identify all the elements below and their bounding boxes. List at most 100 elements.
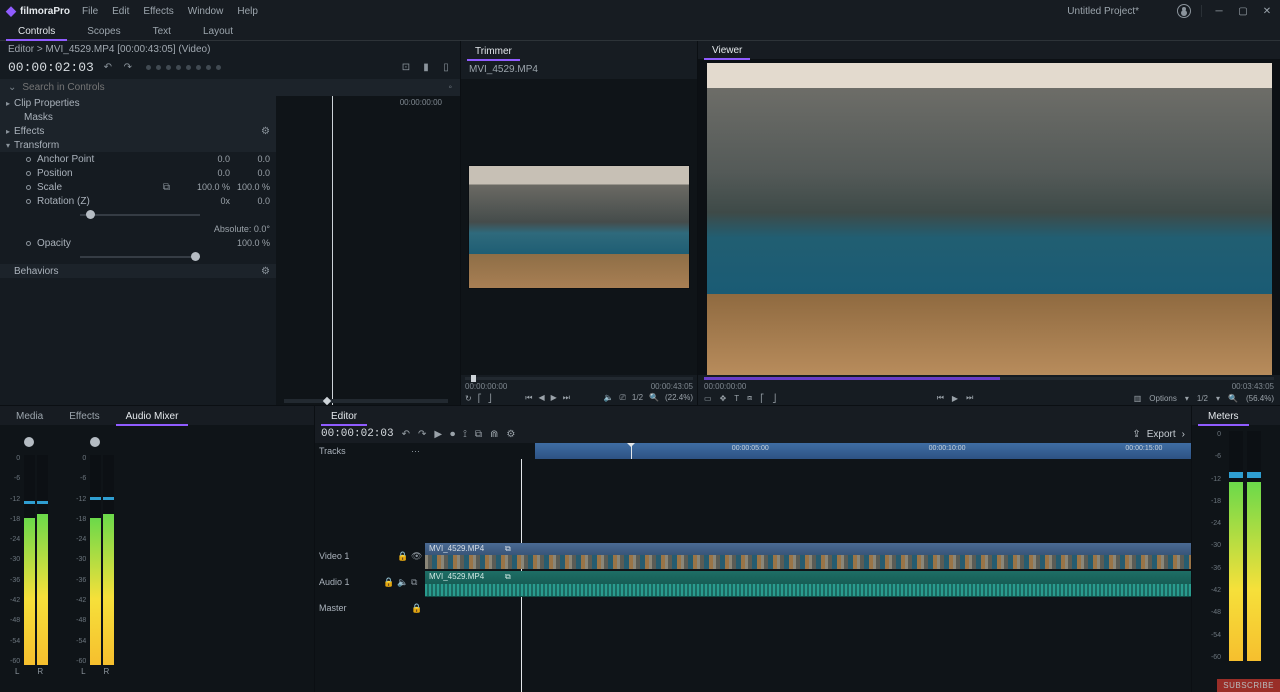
editor-play-icon[interactable]: ▶ [434, 429, 442, 440]
viewer-scrubber[interactable] [704, 377, 1274, 380]
timeline-playhead-marker[interactable] [631, 443, 632, 459]
timeline-ruler[interactable]: 00:00:05:00 00:00:10:00 00:00:15:00 [535, 443, 1191, 459]
prop-anchor-point[interactable]: Anchor Point 0.0 0.0 [0, 152, 276, 166]
menu-window[interactable]: Window [188, 6, 224, 17]
tab-controls[interactable]: Controls [4, 23, 69, 40]
controls-timecode[interactable]: 00:00:02:03 [8, 60, 94, 75]
track-audio-1[interactable]: Audio 1 🔒 🔈 ⧉ [315, 569, 425, 595]
hand-tool-icon[interactable]: ✥ [720, 394, 727, 403]
controls-search-input[interactable] [22, 82, 442, 93]
viewer-next-icon[interactable]: ⏭ [966, 393, 973, 403]
editor-link-icon[interactable]: ⧉ [475, 429, 482, 440]
filter-icon[interactable]: ⌄ [8, 82, 16, 93]
graph-playhead[interactable] [332, 96, 333, 405]
viewer-colorbar-icon[interactable]: ▥ [1134, 394, 1142, 403]
rotation-slider[interactable] [0, 208, 276, 222]
group-masks[interactable]: Masks [0, 110, 276, 124]
controls-graph-area[interactable]: 00:00:00:00 [276, 96, 460, 405]
maximize-button[interactable]: ▢ [1236, 4, 1250, 18]
editor-undo-icon[interactable]: ↶ [402, 429, 410, 440]
link-icon[interactable]: ⧉ [163, 182, 170, 193]
track-video-1[interactable]: Video 1 🔒 👁 [315, 543, 425, 569]
pan-knob[interactable] [90, 437, 100, 447]
lock-icon[interactable]: 🔒 [383, 577, 393, 587]
minimize-button[interactable]: ─ [1212, 4, 1226, 18]
timeline-lanes[interactable]: MVI_4529.MP4⧉ MVI_4529.MP4⧉ [425, 459, 1191, 692]
group-transform[interactable]: ▾Transform [0, 138, 276, 152]
pan-knob[interactable] [24, 437, 34, 447]
clip-video[interactable]: MVI_4529.MP4⧉ [425, 543, 1191, 569]
chevron-down-icon[interactable]: ▾ [1216, 394, 1220, 403]
gear-icon[interactable]: ⚙ [261, 266, 270, 277]
tab-trimmer[interactable]: Trimmer [465, 43, 522, 60]
trimmer-preview[interactable] [468, 165, 690, 289]
step-back-icon[interactable]: ◀ [538, 393, 544, 403]
menu-edit[interactable]: Edit [112, 6, 129, 17]
lane-audio-1[interactable]: MVI_4529.MP4⧉ [425, 571, 1191, 597]
tab-meters[interactable]: Meters [1196, 408, 1251, 425]
keyframe-dot-icon[interactable] [26, 171, 31, 176]
tab-effects-bottom[interactable]: Effects [57, 408, 111, 425]
account-icon[interactable] [1177, 4, 1191, 18]
speaker-icon[interactable]: 🔈 [397, 577, 407, 587]
close-button[interactable]: ✕ [1260, 4, 1274, 18]
viewer-prev-icon[interactable]: ⏮ [937, 393, 944, 403]
select-tool-icon[interactable]: ▭ [704, 394, 712, 403]
tab-media[interactable]: Media [4, 408, 55, 425]
keyframe-dot-icon[interactable] [26, 157, 31, 162]
zoom-icon[interactable]: 🔍 [649, 393, 659, 403]
play-icon[interactable]: ▶ [551, 393, 557, 403]
lock-icon[interactable]: 🔒 [397, 551, 407, 561]
menu-file[interactable]: File [82, 6, 98, 17]
in-point-icon[interactable]: ⎡ [478, 394, 482, 403]
tab-scopes[interactable]: Scopes [73, 23, 134, 40]
lane-video-1[interactable]: MVI_4529.MP4⧉ [425, 543, 1191, 569]
editor-redo-icon[interactable]: ↷ [418, 429, 426, 440]
tab-viewer[interactable]: Viewer [702, 42, 752, 59]
crop-tool-icon[interactable]: ⧈ [747, 393, 752, 403]
export-button[interactable]: ⇪ Export › [1132, 429, 1185, 440]
prop-opacity[interactable]: Opacity 100.0 % [0, 236, 276, 250]
gear-icon[interactable]: ⚙ [261, 126, 270, 137]
keyframe-dot-icon[interactable] [26, 199, 31, 204]
viewer-play-icon[interactable]: ▶ [952, 394, 958, 403]
tracks-menu-icon[interactable]: ⋯ [411, 446, 421, 456]
tab-audio-mixer[interactable]: Audio Mixer [114, 408, 191, 425]
tab-editor[interactable]: Editor [319, 408, 369, 425]
prop-position[interactable]: Position 0.0 0.0 [0, 166, 276, 180]
keyframe-dot-icon[interactable] [26, 185, 31, 190]
panel-layout-icon[interactable]: ▯ [440, 62, 452, 74]
keyframe-dot-icon[interactable] [26, 241, 31, 246]
chevron-down-icon[interactable]: ▾ [1185, 394, 1189, 403]
group-effects[interactable]: ▸Effects ⚙ [0, 124, 276, 138]
editor-magnet-icon[interactable]: ⋒ [490, 429, 498, 440]
viewer-preview[interactable] [707, 63, 1272, 375]
trimmer-stage[interactable] [461, 79, 697, 375]
group-clip-properties[interactable]: ▸Clip Properties [0, 96, 276, 110]
group-behaviors[interactable]: Behaviors ⚙ [0, 264, 276, 278]
editor-record-icon[interactable]: ⏺ [450, 429, 455, 440]
viewer-options[interactable]: Options [1149, 394, 1177, 403]
volume-icon[interactable]: 🔈 [604, 393, 614, 403]
tab-text[interactable]: Text [139, 23, 185, 40]
redo-icon[interactable]: ↷ [122, 62, 134, 74]
eye-icon[interactable]: 👁 [411, 551, 421, 561]
clip-audio[interactable]: MVI_4529.MP4⧉ [425, 571, 1191, 597]
out-point-icon[interactable]: ⎦ [488, 394, 492, 403]
prev-frame-icon[interactable]: ⏮ [525, 393, 532, 403]
bracket-out-icon[interactable]: ⎦ [772, 394, 776, 403]
lock-icon[interactable]: 🔒 [411, 603, 421, 613]
text-tool-icon[interactable]: T [734, 394, 739, 403]
trimmer-scrubber[interactable] [465, 377, 693, 380]
prop-rotation[interactable]: Rotation (Z) 0x 0.0 [0, 194, 276, 208]
expand-icon[interactable]: ▮ [420, 62, 432, 74]
viewer-zoom-icon[interactable]: 🔍 [1228, 394, 1238, 403]
viewer-page[interactable]: 1/2 [1197, 394, 1208, 403]
menu-help[interactable]: Help [237, 6, 258, 17]
tab-layout[interactable]: Layout [189, 23, 247, 40]
keyframe-nav-dots[interactable] [146, 65, 221, 70]
loop-icon[interactable]: ↻ [465, 394, 472, 403]
undo-icon[interactable]: ↶ [102, 62, 114, 74]
prop-scale[interactable]: Scale ⧉ 100.0 % 100.0 % [0, 180, 276, 194]
fx-icon[interactable]: ⧉ [411, 577, 421, 587]
